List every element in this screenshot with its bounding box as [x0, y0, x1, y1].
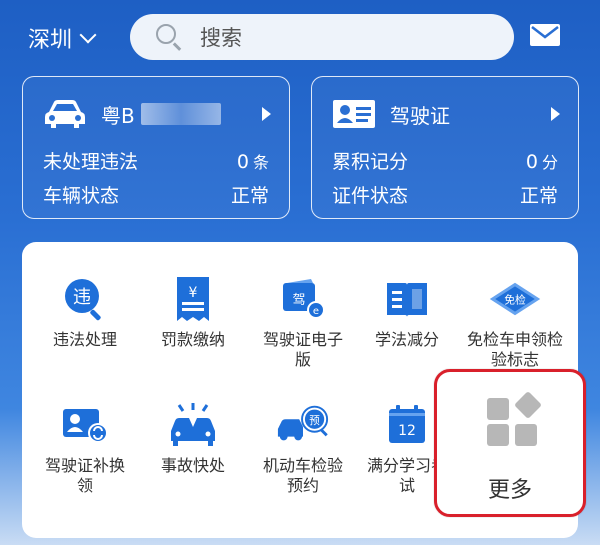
top-bar: 深圳 搜索 [0, 0, 600, 78]
chevron-down-icon [79, 26, 97, 44]
city-label: 深圳 [28, 28, 73, 53]
license-title: 驾驶证 [390, 103, 450, 128]
license-status-value: 正常 [519, 185, 558, 207]
search-bar[interactable]: 搜索 [130, 14, 514, 60]
svg-text:驾: 驾 [292, 293, 305, 308]
vehicle-status-row: 车辆状态 正常 [43, 181, 269, 208]
service-label: 学法减分 [374, 330, 439, 349]
service-label: 驾驶证电子版 [262, 330, 343, 369]
points-unit: 分 [541, 153, 558, 172]
points-value: 0 [525, 151, 538, 173]
receipt-yen-icon: ¥ [166, 274, 220, 324]
service-accident[interactable]: 事故快处 [138, 400, 248, 476]
city-selector[interactable]: 深圳 [28, 22, 97, 54]
service-label: 事故快处 [160, 456, 225, 475]
violation-label: 未处理违法 [43, 151, 139, 173]
vehicle-status-label: 车辆状态 [43, 185, 120, 207]
car-icon [45, 100, 85, 128]
service-inspection-booking[interactable]: 预 机动车检验预约 [248, 400, 358, 496]
more-apps-icon [487, 390, 543, 446]
plate-number: 粤B [101, 103, 135, 128]
license-status-label: 证件状态 [332, 185, 409, 207]
inspection-booking-icon: 预 [276, 400, 330, 450]
service-label: 罚款缴纳 [160, 330, 225, 349]
service-law-study[interactable]: 学法减分 [352, 274, 462, 350]
svg-text:12: 12 [398, 423, 416, 439]
mail-icon[interactable] [530, 24, 560, 46]
svg-text:免检: 免检 [504, 294, 526, 307]
exempt-badge-icon: 免检 [488, 274, 542, 324]
vehicle-card[interactable]: 粤B 未处理违法 0条 车辆状态 正常 [22, 76, 290, 219]
service-violation-handling[interactable]: 违 违法处理 [30, 274, 140, 350]
svg-text:e: e [313, 306, 319, 317]
svg-text:违: 违 [73, 287, 91, 308]
more-services-button[interactable]: 更多 [434, 369, 586, 517]
service-fine-payment[interactable]: ¥ 罚款缴纳 [138, 274, 248, 350]
service-label: 违法处理 [52, 330, 117, 349]
svg-text:预: 预 [309, 415, 320, 427]
chevron-right-icon [551, 107, 560, 121]
vehicle-status-value: 正常 [230, 185, 269, 207]
service-e-license[interactable]: 驾 e 驾驶证电子版 [248, 274, 358, 370]
chevron-right-icon [262, 107, 271, 121]
id-card-icon [333, 100, 375, 128]
violation-unit: 条 [252, 153, 269, 172]
service-license-renewal[interactable]: 驾驶证补换领 [30, 400, 140, 496]
svg-text:¥: ¥ [189, 285, 198, 301]
service-label: 驾驶证补换领 [45, 456, 126, 495]
more-label: 更多 [487, 478, 532, 503]
license-status-row: 证件状态 正常 [332, 181, 558, 208]
license-renew-icon [58, 400, 112, 450]
service-label: 免检车申领检验标志 [467, 330, 564, 369]
points-label: 累积记分 [332, 151, 409, 173]
book-icon [380, 274, 434, 324]
points-row: 累积记分 0分 [332, 147, 558, 174]
service-label: 机动车检验预约 [263, 456, 344, 495]
plate-blur [140, 103, 221, 125]
violation-count: 0 [236, 151, 249, 173]
calendar-exam-icon: 12 [380, 400, 434, 450]
e-license-icon: 驾 e [276, 274, 330, 324]
violation-search-icon: 违 [58, 274, 112, 324]
search-icon [154, 22, 184, 52]
service-exempt-inspection[interactable]: 免检 免检车申领检验标志 [460, 274, 570, 370]
license-card[interactable]: 驾驶证 累积记分 0分 证件状态 正常 [311, 76, 579, 219]
accident-icon [166, 400, 220, 450]
violation-row: 未处理违法 0条 [43, 147, 269, 174]
search-placeholder: 搜索 [200, 26, 242, 50]
